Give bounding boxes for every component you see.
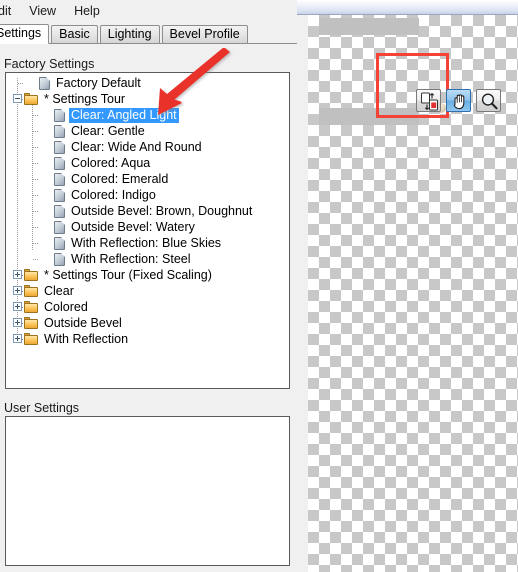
user-settings-listbox[interactable] <box>5 416 290 566</box>
tree-item-label: Colored: Indigo <box>71 187 156 202</box>
tree-item[interactable]: Outside Bevel: Watery <box>54 219 197 235</box>
tree-item[interactable]: Clear: Wide And Round <box>54 139 204 155</box>
tree-guide-stub <box>33 259 39 260</box>
tab-lighting[interactable]: Lighting <box>99 25 160 44</box>
tree-item[interactable]: With Reflection: Blue Skies <box>54 235 223 251</box>
tree-expander-plus[interactable] <box>13 286 22 295</box>
tab-settings[interactable]: Settings <box>0 24 50 44</box>
settings-pane: dit View Help Settings Basic Lighting Bevel P… <box>0 0 297 572</box>
document-icon <box>39 76 50 90</box>
document-icon <box>54 108 65 122</box>
preview-pane <box>297 15 518 572</box>
tree-item-label: Colored <box>44 299 88 314</box>
factory-settings-label: Factory Settings <box>4 57 95 71</box>
tree-guide-stub <box>33 131 39 132</box>
tree-item-selected[interactable]: Clear: Angled Light <box>54 107 179 123</box>
tree-item[interactable]: With Reflection: Steel <box>54 251 193 267</box>
folder-icon <box>24 317 38 329</box>
tree-guide-line <box>32 101 33 251</box>
tree-expander-plus[interactable] <box>13 270 22 279</box>
tree-item[interactable]: Clear <box>24 283 76 299</box>
user-settings-label: User Settings <box>4 401 80 415</box>
tree-guide-stub <box>33 211 39 212</box>
tree-item-label: * Settings Tour (Fixed Scaling) <box>44 267 212 282</box>
tree-item[interactable]: Colored: Indigo <box>54 187 158 203</box>
document-icon <box>54 140 65 154</box>
tree-item-label: With Reflection: Blue Skies <box>71 235 222 250</box>
factory-settings-listbox[interactable]: Factory Default * Settings Tour Clear: Ang… <box>5 72 290 389</box>
tree-item-label: Outside Bevel: Watery <box>71 219 195 234</box>
menu-bar: dit View Help <box>0 0 297 22</box>
document-icon <box>54 124 65 138</box>
tree-item-label: Clear: Wide And Round <box>71 139 202 154</box>
tree-item-label: Clear: Gentle <box>71 123 145 138</box>
tree-item-label: Outside Bevel: Brown, Doughnut <box>71 203 253 218</box>
tree-guide-stub <box>33 179 39 180</box>
tree-item[interactable]: Colored: Aqua <box>54 155 152 171</box>
tree-item[interactable]: Outside Bevel <box>24 315 124 331</box>
tree-item[interactable]: Factory Default <box>39 75 143 91</box>
user-settings-tree[interactable] <box>6 417 289 565</box>
tree-item-label: With Reflection <box>44 331 129 346</box>
tree-item[interactable]: * Settings Tour <box>24 91 127 107</box>
tree-item-label: * Settings Tour <box>44 91 126 106</box>
swap-document-icon[interactable] <box>416 89 441 112</box>
tree-guide-stub <box>33 115 39 116</box>
folder-icon <box>24 301 38 313</box>
tree-guide-stub <box>18 83 24 84</box>
document-icon <box>54 188 65 202</box>
tree-expander-plus[interactable] <box>13 334 22 343</box>
folder-icon <box>24 333 38 345</box>
preview-object-top-band <box>319 18 419 35</box>
tree-item-label: Clear: Angled Light <box>69 107 179 123</box>
document-icon <box>54 252 65 266</box>
document-icon <box>54 204 65 218</box>
tree-item[interactable]: Colored: Emerald <box>54 171 170 187</box>
tree-item[interactable]: Clear: Gentle <box>54 123 147 139</box>
menu-view[interactable]: View <box>20 2 65 21</box>
tree-guide-stub <box>33 227 39 228</box>
tree-item-label: Colored: Aqua <box>71 155 151 170</box>
application-window: dit View Help Settings Basic Lighting Bevel P… <box>0 0 518 572</box>
tree-guide-stub <box>33 195 39 196</box>
tree-item[interactable]: With Reflection <box>24 331 130 347</box>
tab-basic[interactable]: Basic <box>51 25 98 44</box>
tree-guide-line <box>17 78 18 340</box>
tree-guide-stub <box>33 163 39 164</box>
document-icon <box>54 156 65 170</box>
tree-item[interactable]: Outside Bevel: Brown, Doughnut <box>54 203 254 219</box>
tree-expander-plus[interactable] <box>13 318 22 327</box>
tree-item-label: With Reflection: Steel <box>71 251 191 266</box>
document-icon <box>54 236 65 250</box>
magnifier-zoom-icon[interactable] <box>476 89 501 112</box>
menu-help[interactable]: Help <box>65 2 109 21</box>
tree-item-label: Colored: Emerald <box>71 171 169 186</box>
tree-item-label: Outside Bevel <box>44 315 122 330</box>
hand-pan-icon[interactable] <box>446 89 471 112</box>
tree-expander-plus[interactable] <box>13 302 22 311</box>
tree-item-label: Clear <box>44 283 74 298</box>
document-icon <box>54 220 65 234</box>
tree-item[interactable]: Colored <box>24 299 90 315</box>
tree-item[interactable]: * Settings Tour (Fixed Scaling) <box>24 267 214 283</box>
folder-icon <box>24 269 38 281</box>
preview-toolbar <box>416 89 501 112</box>
document-icon <box>54 172 65 186</box>
tree-guide-stub <box>33 243 39 244</box>
tree-guide-stub <box>33 147 39 148</box>
tree-item-label: Factory Default <box>56 75 141 90</box>
folder-icon <box>24 93 38 105</box>
folder-icon <box>24 285 38 297</box>
tree-expander-minus[interactable] <box>13 94 22 103</box>
tab-bevel-profile[interactable]: Bevel Profile <box>161 25 248 44</box>
factory-settings-tree[interactable]: Factory Default * Settings Tour Clear: Ang… <box>6 73 289 388</box>
tab-strip: Settings Basic Lighting Bevel Profile <box>0 24 297 44</box>
menu-edit[interactable]: dit <box>0 2 20 21</box>
